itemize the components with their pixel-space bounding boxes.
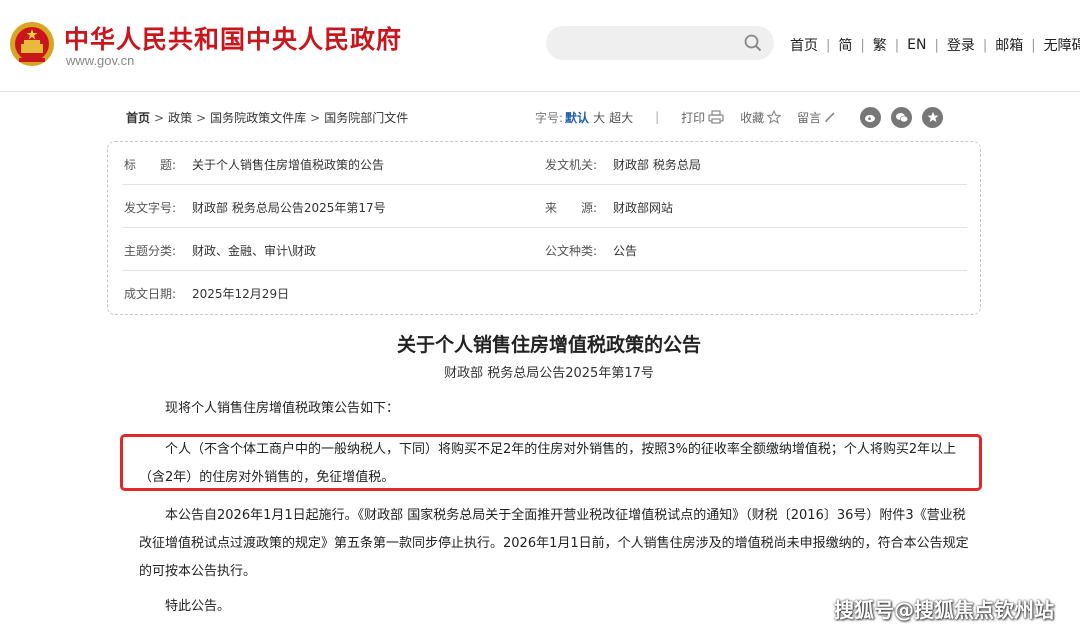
site-header: 中华人民共和国中央人民政府 www.gov.cn 首页 | 简 | 繁 | EN… bbox=[0, 0, 1080, 92]
meta-value-title: 关于个人销售住房增值税政策的公告 bbox=[192, 158, 385, 172]
meta-row-category: 主题分类: 财政、金融、审计\财政 公文种类: 公告 bbox=[122, 228, 967, 271]
nav-accessibility[interactable]: 无障碍 bbox=[1044, 35, 1080, 55]
nav-login[interactable]: 登录 bbox=[947, 35, 975, 55]
meta-label-docnum: 发文字号: bbox=[124, 201, 177, 215]
nav-separator: | bbox=[934, 37, 939, 53]
document-metadata-box: 标 题: 关于个人销售住房增值税政策的公告 发文机关: 财政部 税务总局 发文字号:… bbox=[107, 141, 981, 315]
breadcrumb: 首页 > 政策 > 国务院政策文件库 > 国务院部门文件 bbox=[126, 109, 408, 126]
meta-value-source: 财政部网站 bbox=[613, 201, 674, 215]
nav-simplified[interactable]: 简 bbox=[838, 35, 852, 55]
nav-mail[interactable]: 邮箱 bbox=[995, 35, 1023, 55]
meta-value-doctype: 公告 bbox=[613, 244, 638, 258]
comment-button[interactable]: 留言 bbox=[797, 109, 836, 126]
nav-separator: | bbox=[826, 37, 831, 53]
meta-row-docnum: 发文字号: 财政部 税务总局公告2025年第17号 来 源: 财政部网站 bbox=[122, 185, 967, 228]
meta-row-title: 标 题: 关于个人销售住房增值税政策的公告 发文机关: 财政部 税务总局 bbox=[122, 142, 967, 185]
national-emblem-icon[interactable] bbox=[9, 20, 55, 68]
meta-label-title: 标 题: bbox=[124, 158, 177, 172]
article-toolbar: 字号: 默认 大 超大 | 打印 收藏 留言 bbox=[535, 106, 944, 128]
breadcrumb-policy-library[interactable]: 国务院政策文件库 bbox=[210, 109, 306, 126]
favorites-share-icon[interactable] bbox=[922, 106, 944, 128]
toolbar-divider: | bbox=[655, 110, 660, 124]
meta-label-doctype: 公文种类: bbox=[545, 244, 598, 258]
star-icon bbox=[767, 110, 782, 124]
nav-traditional[interactable]: 繁 bbox=[873, 35, 887, 55]
article-title: 关于个人销售住房增值税政策的公告 bbox=[396, 334, 701, 356]
nav-home[interactable]: 首页 bbox=[790, 35, 818, 55]
breadcrumb-arrow: > bbox=[154, 110, 165, 125]
breadcrumb-home[interactable]: 首页 bbox=[126, 109, 150, 126]
breadcrumb-department-docs[interactable]: 国务院部门文件 bbox=[324, 109, 408, 126]
font-size-default[interactable]: 默认 bbox=[565, 109, 589, 126]
pencil-icon bbox=[825, 112, 835, 123]
wechat-share-icon[interactable] bbox=[891, 106, 913, 128]
breadcrumb-policy[interactable]: 政策 bbox=[168, 109, 192, 126]
meta-label-source: 来 源: bbox=[545, 201, 598, 215]
nav-english[interactable]: EN bbox=[907, 37, 926, 53]
meta-value-category: 财政、金融、审计\财政 bbox=[192, 244, 317, 258]
breadcrumb-arrow: > bbox=[310, 110, 321, 125]
nav-separator: | bbox=[894, 37, 900, 53]
nav-separator: | bbox=[982, 37, 988, 53]
breadcrumb-arrow: > bbox=[196, 110, 207, 125]
search-input[interactable] bbox=[546, 26, 774, 60]
meta-label-issuer: 发文机关: bbox=[545, 158, 598, 172]
meta-value-date: 2025年12月29日 bbox=[192, 287, 290, 301]
site-title[interactable]: 中华人民共和国中央人民政府 bbox=[64, 20, 402, 56]
search-icon[interactable] bbox=[744, 34, 762, 52]
font-size-xlarge[interactable]: 超大 bbox=[609, 109, 633, 126]
nav-separator: | bbox=[860, 37, 865, 53]
printer-icon bbox=[708, 110, 724, 124]
meta-label-date: 成文日期: bbox=[124, 287, 177, 301]
top-nav: 首页 | 简 | 繁 | EN | 登录 | 邮箱 | 无障碍 bbox=[790, 35, 1080, 55]
watermark-text: 搜狐号@搜狐焦点钦州站 bbox=[834, 598, 1054, 622]
favorite-button[interactable]: 收藏 bbox=[740, 109, 782, 126]
article-paragraph-3: 本公告自2026年1月1日起施行。《财政部 国家税务总局关于全面推开营业税改征增… bbox=[139, 508, 969, 579]
font-size-large[interactable]: 大 bbox=[593, 109, 605, 126]
highlight-annotation-box bbox=[120, 434, 982, 491]
meta-label-category: 主题分类: bbox=[124, 244, 177, 258]
nav-separator: | bbox=[1031, 37, 1036, 53]
meta-value-issuer: 财政部 税务总局 bbox=[613, 158, 701, 172]
site-url[interactable]: www.gov.cn bbox=[66, 53, 134, 68]
article-subtitle: 财政部 税务总局公告2025年第17号 bbox=[444, 366, 654, 381]
meta-value-docnum: 财政部 税务总局公告2025年第17号 bbox=[192, 201, 386, 215]
meta-row-date: 成文日期: 2025年12月29日 bbox=[122, 271, 967, 314]
print-label: 打印 bbox=[681, 110, 706, 125]
favorite-label: 收藏 bbox=[740, 110, 765, 125]
comment-label: 留言 bbox=[797, 110, 822, 125]
font-size-label: 字号: bbox=[535, 110, 564, 125]
article-paragraph-1: 现将个人销售住房增值税政策公告如下： bbox=[165, 401, 400, 416]
print-button[interactable]: 打印 bbox=[681, 109, 724, 126]
weibo-share-icon[interactable] bbox=[860, 106, 882, 128]
